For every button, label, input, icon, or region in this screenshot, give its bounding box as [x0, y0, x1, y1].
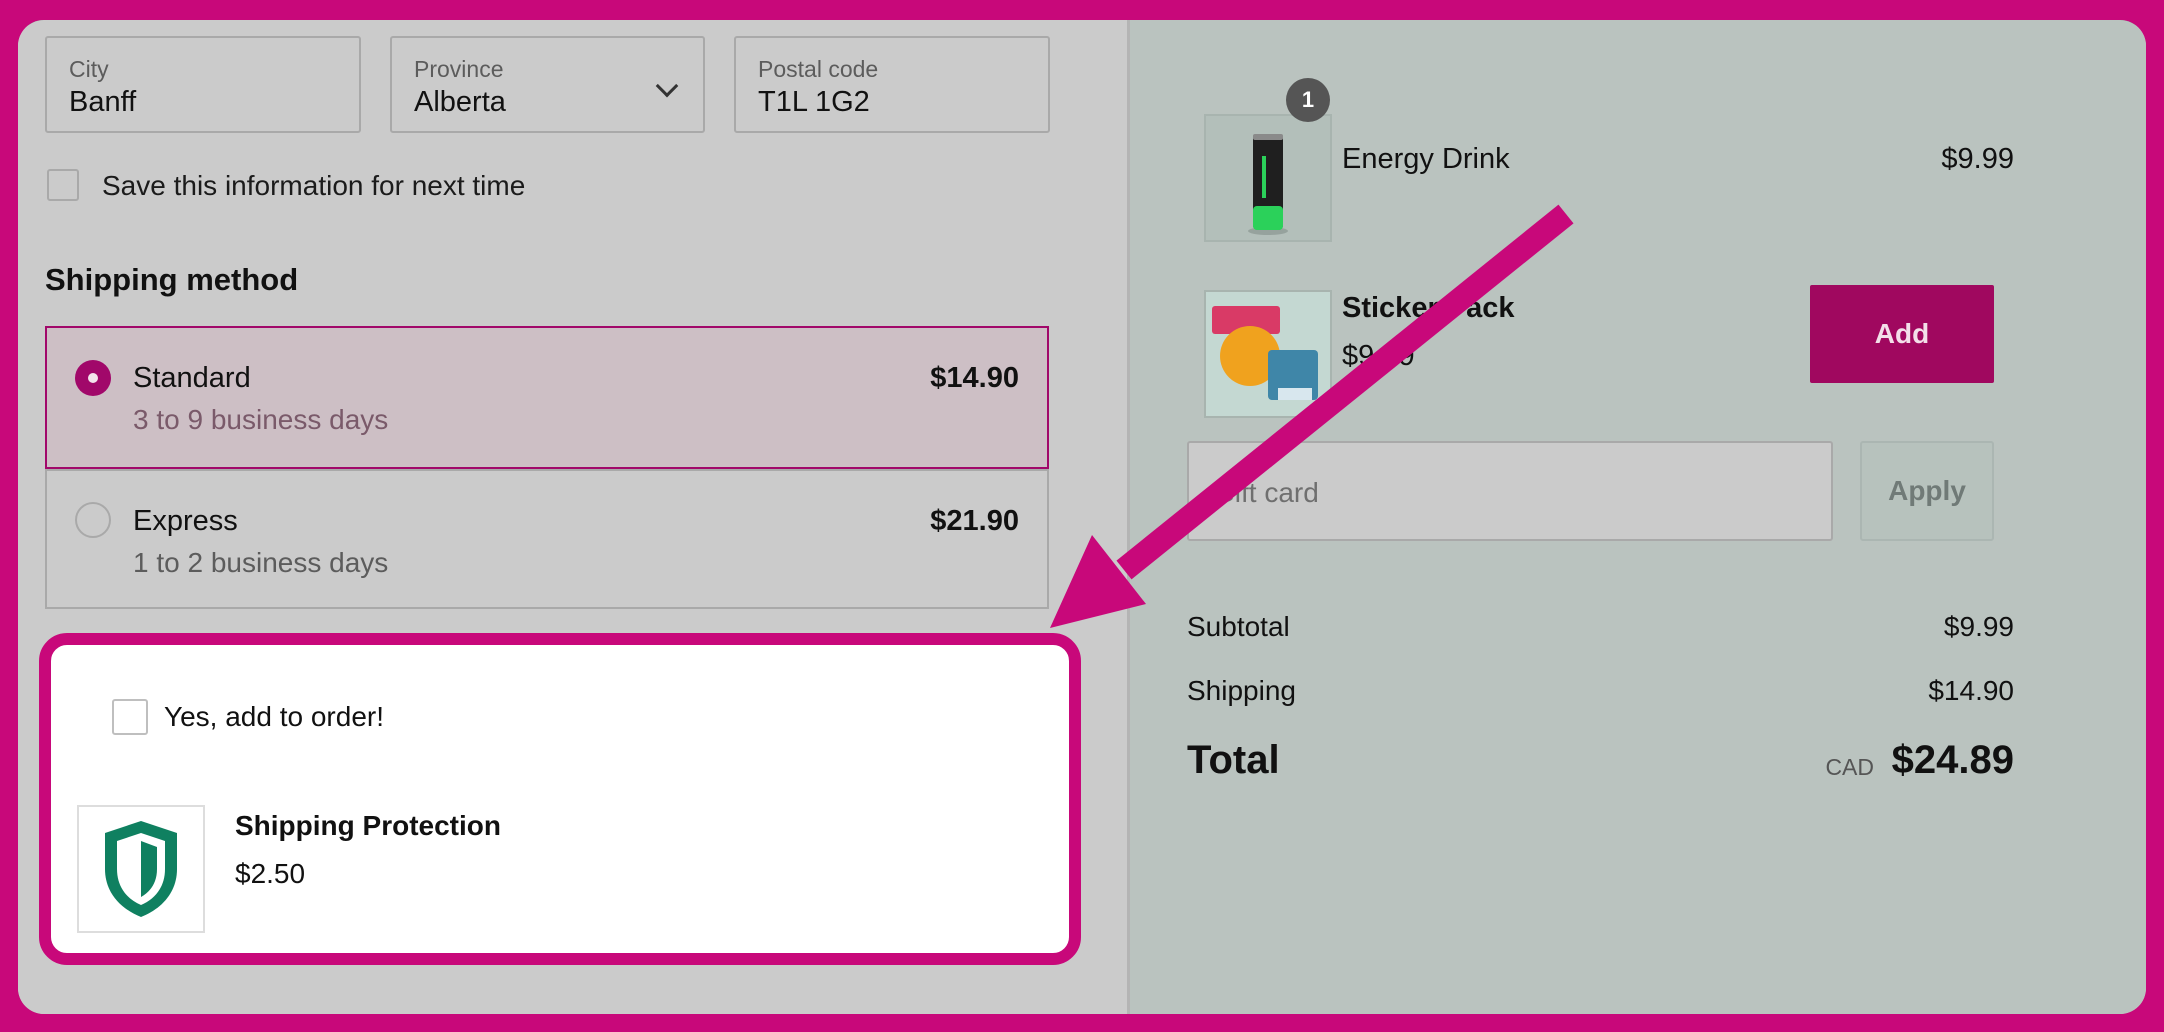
upsell-name: Sticker Pack: [1342, 292, 1515, 324]
total-currency: CAD: [1825, 754, 1874, 780]
shipping-protection-card: Yes, add to order! Shipping Protection $…: [39, 633, 1081, 965]
sticker-pack-thumbnail: [1204, 290, 1332, 418]
cart-item-price: $9.99: [1941, 143, 2014, 175]
shipping-method-title: Shipping method: [45, 262, 299, 297]
postal-code-field[interactable]: Postal code T1L 1G2: [734, 36, 1050, 133]
save-info-checkbox[interactable]: [47, 169, 79, 201]
cart-item-name: Energy Drink: [1342, 143, 1510, 175]
energy-drink-thumbnail: [1204, 114, 1332, 242]
city-value: Banff: [69, 86, 137, 118]
shipping-option-price: $21.90: [930, 505, 1019, 537]
apply-button[interactable]: Apply: [1860, 441, 1994, 541]
protection-name: Shipping Protection: [235, 810, 501, 841]
subtotal-label: Subtotal: [1187, 611, 1290, 642]
shipping-option-name: Express: [133, 505, 238, 537]
protection-price: $2.50: [235, 858, 306, 889]
province-label: Province: [414, 56, 504, 82]
city-label: City: [69, 56, 109, 82]
postal-code-label: Postal code: [758, 56, 879, 82]
quantity-badge: 1: [1286, 78, 1330, 122]
protection-checkbox[interactable]: [112, 699, 148, 735]
energy-drink-can-image: [1206, 116, 1330, 240]
subtotal-value: $9.99: [1943, 611, 2014, 642]
radio-unselected[interactable]: [75, 502, 111, 538]
checkout-form: City Banff Province Alberta Postal code …: [18, 20, 1128, 1014]
shipping-value: $14.90: [1928, 675, 2014, 706]
shipping-option-express[interactable]: Express 1 to 2 business days $21.90: [47, 469, 1047, 609]
gift-card-input[interactable]: Gift card: [1187, 441, 1833, 541]
shipping-option-standard[interactable]: Standard 3 to 9 business days $14.90: [45, 326, 1049, 469]
province-select[interactable]: Province Alberta: [390, 36, 705, 133]
sticker-pack-image: [1206, 292, 1330, 416]
upsell-price: $9.99: [1342, 340, 1415, 372]
save-info-label: Save this information for next time: [102, 170, 526, 201]
shipping-option-desc: 1 to 2 business days: [133, 547, 389, 578]
protection-image: [77, 805, 205, 933]
shipping-option-name: Standard: [133, 362, 251, 394]
total-value: $24.89: [1891, 738, 2014, 782]
shipping-options: Standard 3 to 9 business days $14.90 Exp…: [45, 326, 1049, 609]
city-field[interactable]: City Banff: [45, 36, 361, 133]
gift-card-placeholder: Gift card: [1213, 477, 1319, 508]
add-upsell-button[interactable]: Add: [1810, 285, 1994, 383]
total-label: Total: [1187, 738, 1280, 782]
shield-icon: [105, 821, 177, 917]
protection-checkbox-label: Yes, add to order!: [164, 701, 385, 732]
shipping-option-price: $14.90: [930, 362, 1019, 394]
radio-selected[interactable]: [75, 360, 111, 396]
province-value: Alberta: [414, 86, 506, 118]
chevron-down-icon: [655, 74, 679, 98]
shipping-label: Shipping: [1187, 675, 1296, 706]
postal-code-value: T1L 1G2: [758, 86, 870, 118]
shipping-option-desc: 3 to 9 business days: [133, 404, 389, 435]
